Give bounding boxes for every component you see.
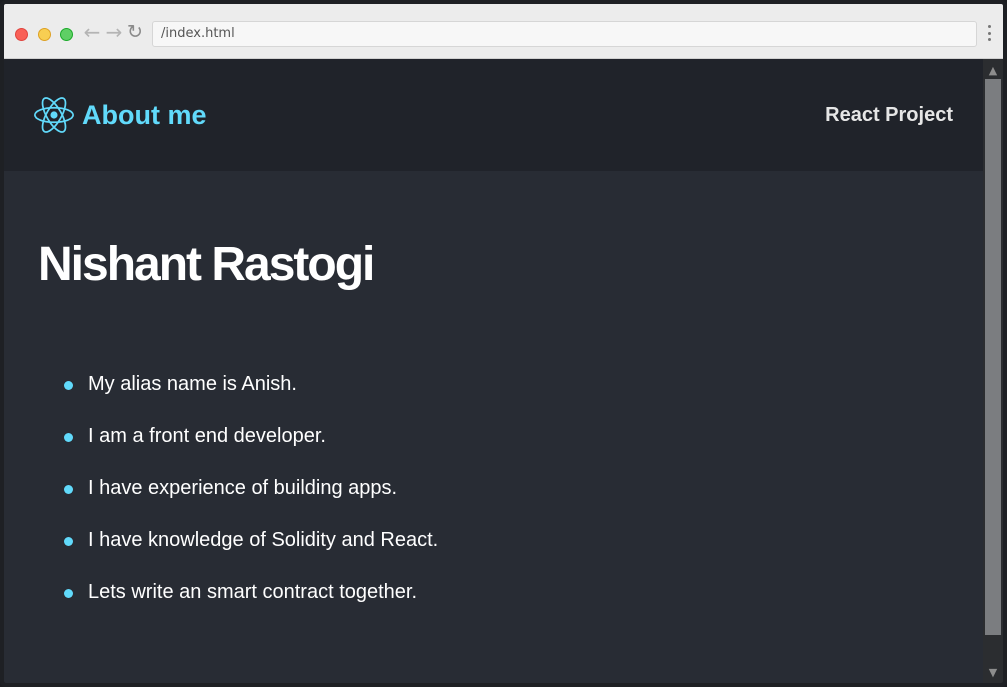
list-item-text: I am a front end developer.: [88, 425, 326, 447]
react-project-link[interactable]: React Project: [825, 103, 953, 127]
brand-title: About me: [82, 100, 207, 130]
forward-arrow-icon[interactable]: →: [104, 21, 124, 43]
vertical-scrollbar[interactable]: ▲ ▼: [983, 59, 1003, 683]
scroll-thumb[interactable]: [985, 79, 1001, 635]
maximize-window-button[interactable]: [60, 28, 73, 41]
reload-icon[interactable]: ↻: [125, 21, 145, 43]
react-logo-icon: [34, 97, 74, 133]
list-item-text: Lets write an smart contract together.: [88, 581, 418, 603]
bullet-icon: [64, 589, 73, 598]
browser-menu-icon[interactable]: [986, 25, 992, 41]
list-item: My alias name is Anish.: [64, 371, 438, 423]
list-item-text: My alias name is Anish.: [88, 373, 297, 395]
bullet-icon: [64, 485, 73, 494]
navbar: About me React Project: [4, 59, 983, 171]
page-title: Nishant Rastogi: [38, 238, 375, 291]
scroll-up-icon[interactable]: ▲: [983, 61, 1003, 79]
back-arrow-icon[interactable]: ←: [82, 21, 102, 43]
brand[interactable]: About me: [34, 95, 207, 135]
bullet-icon: [64, 537, 73, 546]
list-item: I am a front end developer.: [64, 423, 438, 475]
list-item: Lets write an smart contract together.: [64, 579, 438, 631]
page-viewport: About me React Project Nishant Rastogi M…: [4, 59, 983, 683]
minimize-window-button[interactable]: [38, 28, 51, 41]
close-window-button[interactable]: [15, 28, 28, 41]
facts-list: My alias name is Anish. I am a front end…: [64, 371, 438, 631]
scroll-down-icon[interactable]: ▼: [983, 663, 1003, 681]
browser-window: ← → ↻ /index.html About me React Project: [0, 0, 1007, 687]
list-item-text: I have knowledge of Solidity and React.: [88, 529, 439, 551]
list-item-text: I have experience of building apps.: [88, 477, 398, 499]
browser-toolbar: ← → ↻ /index.html: [4, 4, 1003, 59]
list-item: I have experience of building apps.: [64, 475, 438, 527]
list-item: I have knowledge of Solidity and React.: [64, 527, 438, 579]
address-bar[interactable]: /index.html: [152, 21, 977, 47]
bullet-icon: [64, 381, 73, 390]
bullet-icon: [64, 433, 73, 442]
